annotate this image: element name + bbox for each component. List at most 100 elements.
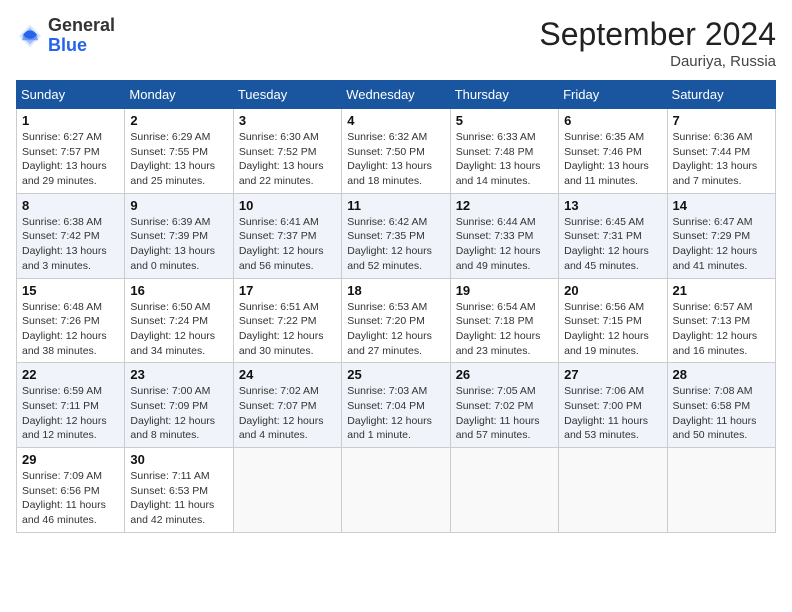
day-header-thursday: Thursday: [450, 81, 558, 109]
day-number: 30: [130, 452, 227, 467]
calendar-week-row: 15Sunrise: 6:48 AMSunset: 7:26 PMDayligh…: [17, 278, 776, 363]
page-header: General Blue September 2024 Dauriya, Rus…: [16, 16, 776, 70]
calendar-cell: [233, 448, 341, 533]
cell-info: Sunrise: 6:29 AMSunset: 7:55 PMDaylight:…: [130, 130, 227, 189]
day-number: 7: [673, 113, 770, 128]
cell-info: Sunrise: 7:06 AMSunset: 7:00 PMDaylight:…: [564, 384, 661, 443]
day-number: 12: [456, 198, 553, 213]
calendar-cell: 29 Sunrise: 7:09 AMSunset: 6:56 PMDayligh…: [17, 448, 125, 533]
calendar-cell: 30 Sunrise: 7:11 AMSunset: 6:53 PMDayligh…: [125, 448, 233, 533]
day-number: 21: [673, 283, 770, 298]
day-number: 10: [239, 198, 336, 213]
day-number: 26: [456, 367, 553, 382]
calendar-table: SundayMondayTuesdayWednesdayThursdayFrid…: [16, 80, 776, 533]
calendar-cell: 20 Sunrise: 6:56 AMSunset: 7:15 PMDayligh…: [559, 278, 667, 363]
cell-info: Sunrise: 6:59 AMSunset: 7:11 PMDaylight:…: [22, 384, 119, 443]
calendar-cell: 26 Sunrise: 7:05 AMSunset: 7:02 PMDayligh…: [450, 363, 558, 448]
logo: General Blue: [16, 16, 115, 56]
cell-info: Sunrise: 6:47 AMSunset: 7:29 PMDaylight:…: [673, 215, 770, 274]
calendar-week-row: 1 Sunrise: 6:27 AMSunset: 7:57 PMDaylight…: [17, 109, 776, 194]
calendar-cell: 18 Sunrise: 6:53 AMSunset: 7:20 PMDayligh…: [342, 278, 450, 363]
day-number: 14: [673, 198, 770, 213]
day-header-tuesday: Tuesday: [233, 81, 341, 109]
cell-info: Sunrise: 7:05 AMSunset: 7:02 PMDaylight:…: [456, 384, 553, 443]
calendar-cell: 1 Sunrise: 6:27 AMSunset: 7:57 PMDaylight…: [17, 109, 125, 194]
title-block: September 2024 Dauriya, Russia: [539, 16, 776, 70]
day-number: 18: [347, 283, 444, 298]
calendar-cell: 4 Sunrise: 6:32 AMSunset: 7:50 PMDaylight…: [342, 109, 450, 194]
day-header-friday: Friday: [559, 81, 667, 109]
calendar-cell: 12Sunrise: 6:44 AMSunset: 7:33 PMDayligh…: [450, 193, 558, 278]
day-number: 19: [456, 283, 553, 298]
day-header-saturday: Saturday: [667, 81, 775, 109]
location: Dauriya, Russia: [539, 53, 776, 70]
calendar-cell: 3 Sunrise: 6:30 AMSunset: 7:52 PMDaylight…: [233, 109, 341, 194]
cell-info: Sunrise: 6:35 AMSunset: 7:46 PMDaylight:…: [564, 130, 661, 189]
day-header-wednesday: Wednesday: [342, 81, 450, 109]
calendar-cell: 8Sunrise: 6:38 AMSunset: 7:42 PMDaylight…: [17, 193, 125, 278]
calendar-week-row: 22 Sunrise: 6:59 AMSunset: 7:11 PMDayligh…: [17, 363, 776, 448]
calendar-cell: 6 Sunrise: 6:35 AMSunset: 7:46 PMDaylight…: [559, 109, 667, 194]
day-number: 22: [22, 367, 119, 382]
calendar-cell: 21 Sunrise: 6:57 AMSunset: 7:13 PMDayligh…: [667, 278, 775, 363]
cell-info: Sunrise: 6:54 AMSunset: 7:18 PMDaylight:…: [456, 300, 553, 359]
calendar-cell: 27 Sunrise: 7:06 AMSunset: 7:00 PMDayligh…: [559, 363, 667, 448]
calendar-cell: 7 Sunrise: 6:36 AMSunset: 7:44 PMDaylight…: [667, 109, 775, 194]
cell-info: Sunrise: 6:56 AMSunset: 7:15 PMDaylight:…: [564, 300, 661, 359]
cell-info: Sunrise: 6:32 AMSunset: 7:50 PMDaylight:…: [347, 130, 444, 189]
calendar-header-row: SundayMondayTuesdayWednesdayThursdayFrid…: [17, 81, 776, 109]
cell-info: Sunrise: 7:11 AMSunset: 6:53 PMDaylight:…: [130, 469, 227, 528]
calendar-cell: 19 Sunrise: 6:54 AMSunset: 7:18 PMDayligh…: [450, 278, 558, 363]
day-number: 15: [22, 283, 119, 298]
day-number: 9: [130, 198, 227, 213]
day-number: 4: [347, 113, 444, 128]
day-number: 13: [564, 198, 661, 213]
day-number: 1: [22, 113, 119, 128]
cell-info: Sunrise: 6:50 AMSunset: 7:24 PMDaylight:…: [130, 300, 227, 359]
calendar-cell: 17Sunrise: 6:51 AMSunset: 7:22 PMDayligh…: [233, 278, 341, 363]
cell-info: Sunrise: 6:36 AMSunset: 7:44 PMDaylight:…: [673, 130, 770, 189]
day-number: 28: [673, 367, 770, 382]
day-number: 6: [564, 113, 661, 128]
calendar-cell: 14 Sunrise: 6:47 AMSunset: 7:29 PMDayligh…: [667, 193, 775, 278]
cell-info: Sunrise: 6:27 AMSunset: 7:57 PMDaylight:…: [22, 130, 119, 189]
day-number: 2: [130, 113, 227, 128]
calendar-cell: 11Sunrise: 6:42 AMSunset: 7:35 PMDayligh…: [342, 193, 450, 278]
cell-info: Sunrise: 6:57 AMSunset: 7:13 PMDaylight:…: [673, 300, 770, 359]
calendar-cell: 22 Sunrise: 6:59 AMSunset: 7:11 PMDayligh…: [17, 363, 125, 448]
day-number: 17: [239, 283, 336, 298]
day-number: 5: [456, 113, 553, 128]
cell-info: Sunrise: 6:38 AMSunset: 7:42 PMDaylight:…: [22, 215, 119, 274]
day-number: 24: [239, 367, 336, 382]
calendar-cell: 16 Sunrise: 6:50 AMSunset: 7:24 PMDayligh…: [125, 278, 233, 363]
cell-info: Sunrise: 6:41 AMSunset: 7:37 PMDaylight:…: [239, 215, 336, 274]
calendar-cell: 24 Sunrise: 7:02 AMSunset: 7:07 PMDayligh…: [233, 363, 341, 448]
month-title: September 2024: [539, 16, 776, 53]
logo-icon: [16, 22, 44, 50]
day-number: 23: [130, 367, 227, 382]
cell-info: Sunrise: 6:33 AMSunset: 7:48 PMDaylight:…: [456, 130, 553, 189]
calendar-cell: [667, 448, 775, 533]
cell-info: Sunrise: 7:02 AMSunset: 7:07 PMDaylight:…: [239, 384, 336, 443]
cell-info: Sunrise: 7:00 AMSunset: 7:09 PMDaylight:…: [130, 384, 227, 443]
cell-info: Sunrise: 7:03 AMSunset: 7:04 PMDaylight:…: [347, 384, 444, 443]
calendar-cell: 13Sunrise: 6:45 AMSunset: 7:31 PMDayligh…: [559, 193, 667, 278]
cell-info: Sunrise: 7:09 AMSunset: 6:56 PMDaylight:…: [22, 469, 119, 528]
calendar-cell: 9 Sunrise: 6:39 AMSunset: 7:39 PMDaylight…: [125, 193, 233, 278]
calendar-cell: [450, 448, 558, 533]
cell-info: Sunrise: 6:39 AMSunset: 7:39 PMDaylight:…: [130, 215, 227, 274]
day-number: 16: [130, 283, 227, 298]
cell-info: Sunrise: 6:30 AMSunset: 7:52 PMDaylight:…: [239, 130, 336, 189]
day-header-monday: Monday: [125, 81, 233, 109]
cell-info: Sunrise: 7:08 AMSunset: 6:58 PMDaylight:…: [673, 384, 770, 443]
calendar-week-row: 8Sunrise: 6:38 AMSunset: 7:42 PMDaylight…: [17, 193, 776, 278]
day-number: 20: [564, 283, 661, 298]
cell-info: Sunrise: 6:53 AMSunset: 7:20 PMDaylight:…: [347, 300, 444, 359]
day-number: 3: [239, 113, 336, 128]
calendar-cell: 28 Sunrise: 7:08 AMSunset: 6:58 PMDayligh…: [667, 363, 775, 448]
cell-info: Sunrise: 6:42 AMSunset: 7:35 PMDaylight:…: [347, 215, 444, 274]
logo-text: General Blue: [48, 16, 115, 56]
calendar-cell: 10 Sunrise: 6:41 AMSunset: 7:37 PMDayligh…: [233, 193, 341, 278]
day-number: 27: [564, 367, 661, 382]
day-number: 29: [22, 452, 119, 467]
